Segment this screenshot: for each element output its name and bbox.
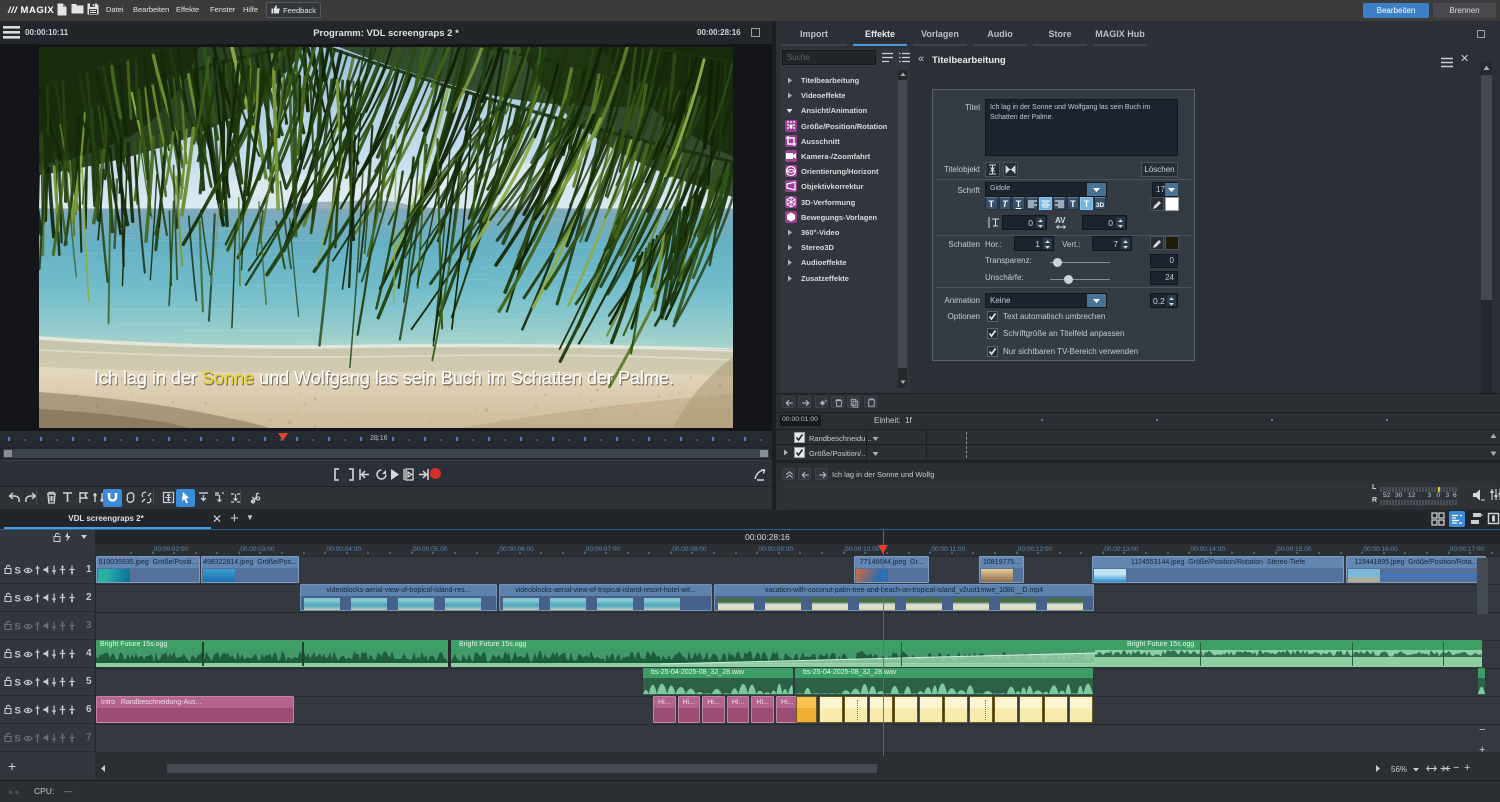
svg-text:S: S — [15, 678, 21, 689]
svg-text:S: S — [15, 622, 21, 633]
svg-text:S: S — [15, 734, 21, 745]
svg-text:Ich lag in der Sonne und Wolfg: Ich lag in der Sonne und Wolfgang las se… — [94, 368, 674, 388]
svg-text:S: S — [15, 706, 21, 717]
svg-text:AV: AV — [1055, 216, 1066, 225]
svg-text:S: S — [15, 650, 21, 661]
svg-text:S: S — [15, 566, 21, 577]
svg-text:S: S — [15, 594, 21, 605]
